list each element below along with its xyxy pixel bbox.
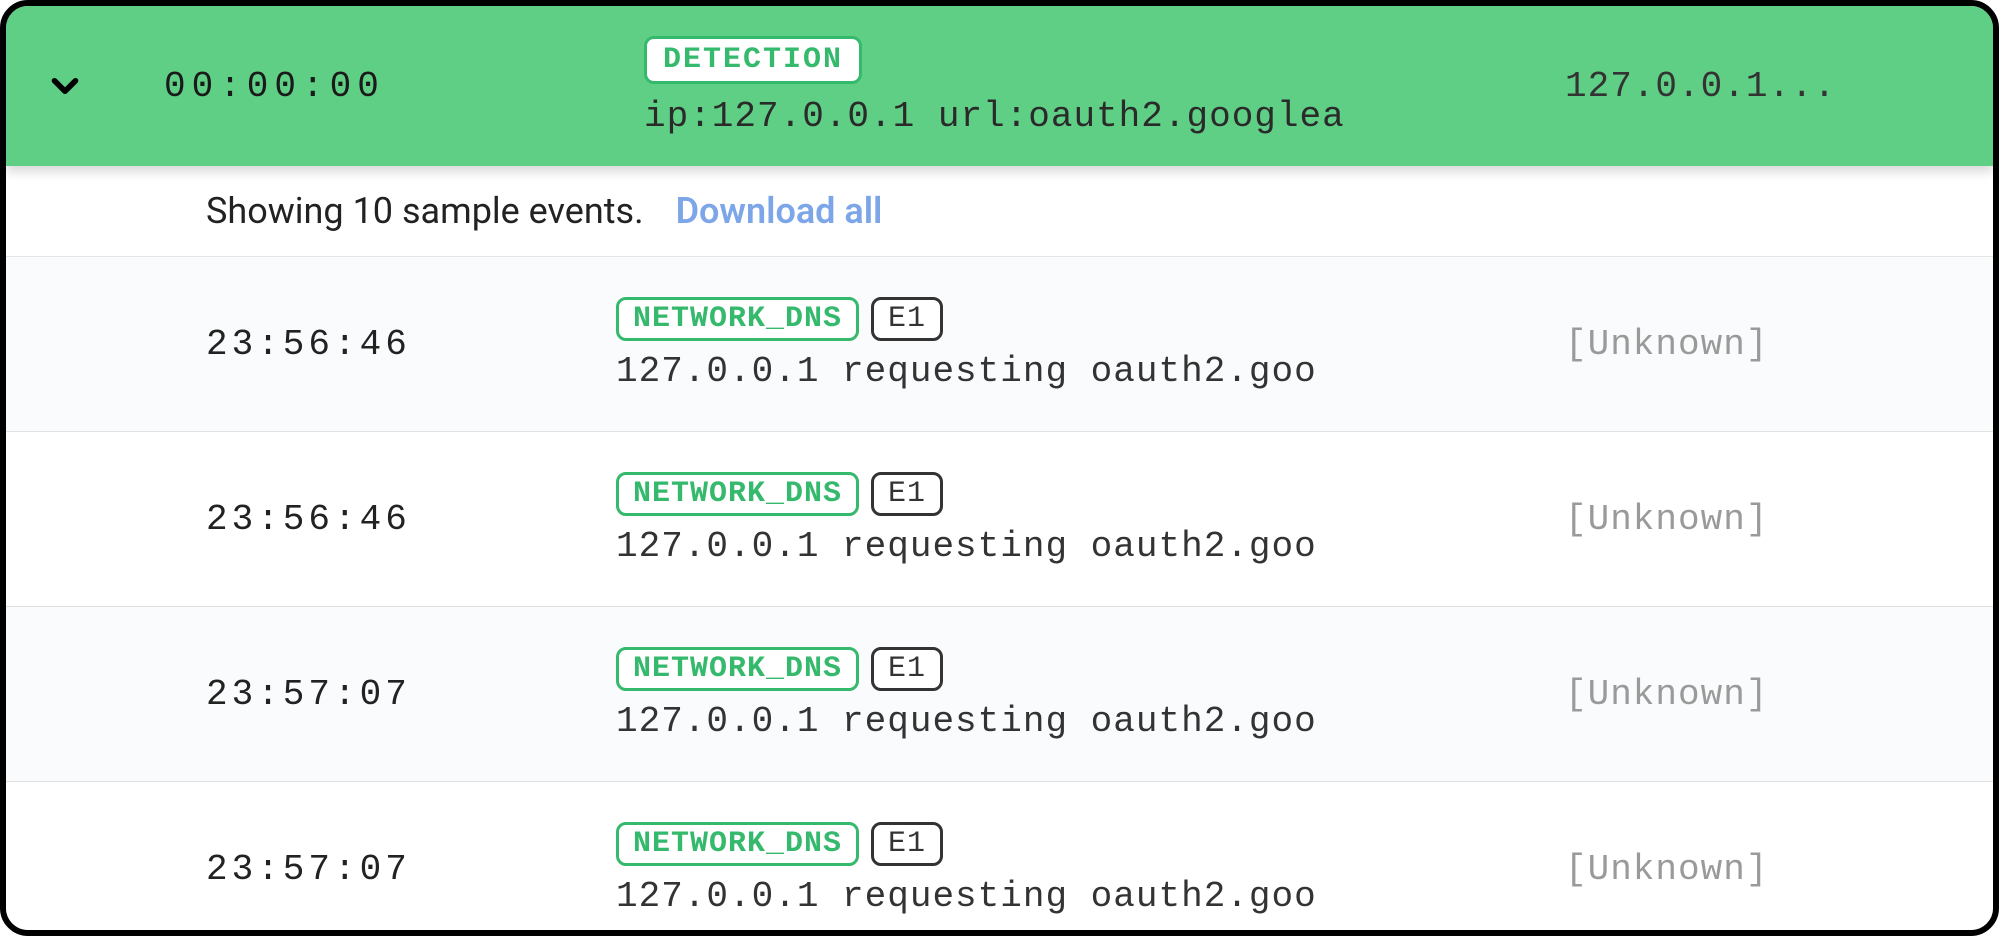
event-type-badge: NETWORK_DNS <box>616 297 859 341</box>
event-text: 127.0.0.1 requesting oauth2.goo <box>616 351 1565 392</box>
expand-toggle[interactable] <box>34 65 164 107</box>
event-source: [Unknown] <box>1565 674 1965 715</box>
event-type-badge: NETWORK_DNS <box>616 647 859 691</box>
event-source: [Unknown] <box>1565 499 1965 540</box>
sample-events-subheader: Showing 10 sample events. Download all <box>6 166 1993 257</box>
event-desc-cell: NETWORK_DNS E1 127.0.0.1 requesting oaut… <box>616 472 1565 567</box>
event-code-badge: E1 <box>871 297 943 341</box>
header-source: 127.0.0.1... <box>1565 66 1965 107</box>
sample-count-label: Showing 10 sample events. <box>206 190 644 232</box>
event-time: 23:57:07 <box>206 674 616 715</box>
event-panel: 00:00:00 DETECTION ip:127.0.0.1 url:oaut… <box>0 0 1999 936</box>
event-row[interactable]: 23:56:46 NETWORK_DNS E1 127.0.0.1 reques… <box>6 257 1993 432</box>
detection-header-row[interactable]: 00:00:00 DETECTION ip:127.0.0.1 url:oaut… <box>6 6 1993 166</box>
detection-badge: DETECTION <box>644 36 862 84</box>
event-time: 23:57:07 <box>206 849 616 890</box>
event-source: [Unknown] <box>1565 324 1965 365</box>
event-time: 23:56:46 <box>206 499 616 540</box>
event-code-badge: E1 <box>871 647 943 691</box>
event-type-badge: NETWORK_DNS <box>616 472 859 516</box>
header-description: ip:127.0.0.1 url:oauth2.googlea <box>644 96 1545 137</box>
header-time: 00:00:00 <box>164 66 644 107</box>
event-code-badge: E1 <box>871 822 943 866</box>
event-desc-cell: NETWORK_DNS E1 127.0.0.1 requesting oaut… <box>616 822 1565 917</box>
event-text: 127.0.0.1 requesting oauth2.goo <box>616 701 1565 742</box>
chevron-down-icon <box>44 65 86 107</box>
event-source: [Unknown] <box>1565 849 1965 890</box>
event-desc-cell: NETWORK_DNS E1 127.0.0.1 requesting oaut… <box>616 647 1565 742</box>
download-all-link[interactable]: Download all <box>676 190 883 232</box>
event-row[interactable]: 23:56:46 NETWORK_DNS E1 127.0.0.1 reques… <box>6 432 1993 607</box>
header-description-cell: DETECTION ip:127.0.0.1 url:oauth2.google… <box>644 36 1565 137</box>
event-row[interactable]: 23:57:07 NETWORK_DNS E1 127.0.0.1 reques… <box>6 607 1993 782</box>
event-text: 127.0.0.1 requesting oauth2.goo <box>616 876 1565 917</box>
event-row[interactable]: 23:57:07 NETWORK_DNS E1 127.0.0.1 reques… <box>6 782 1993 936</box>
event-text: 127.0.0.1 requesting oauth2.goo <box>616 526 1565 567</box>
event-time: 23:56:46 <box>206 324 616 365</box>
event-code-badge: E1 <box>871 472 943 516</box>
event-desc-cell: NETWORK_DNS E1 127.0.0.1 requesting oaut… <box>616 297 1565 392</box>
event-type-badge: NETWORK_DNS <box>616 822 859 866</box>
